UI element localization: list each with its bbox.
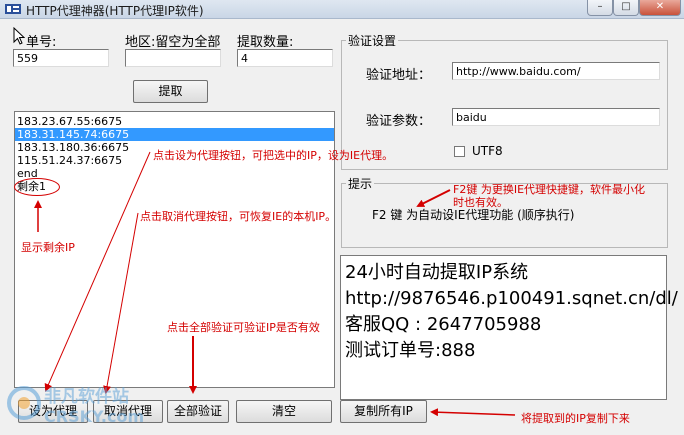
maximize-button[interactable]: □ xyxy=(613,0,639,16)
verify-all-annotation: 点击全部验证可验证IP是否有效 xyxy=(167,321,320,334)
count-label: 提取数量: xyxy=(237,35,294,50)
app-icon xyxy=(5,4,21,14)
minimize-button[interactable]: – xyxy=(587,0,613,16)
list-item[interactable]: end xyxy=(15,167,334,180)
watermark-logo: 非凡软件站 CRSKY.com xyxy=(4,378,159,432)
verify-param-label: 验证参数： xyxy=(366,114,432,129)
f2-annotation-line2: 时也有效。 xyxy=(453,196,508,209)
watermark-text-en: CRSKY.com xyxy=(44,407,144,426)
info-panel: 24小时自动提取IP系统 http://9876546.p100491.sqne… xyxy=(340,255,678,400)
info-line: 测试订单号:888 xyxy=(345,340,476,361)
info-line: http://9876546.p100491.sqnet.cn/dl/ xyxy=(345,288,678,309)
close-button[interactable]: ✕ xyxy=(639,0,681,16)
verify-param-field[interactable]: baidu xyxy=(452,108,660,126)
info-line: 24小时自动提取IP系统 xyxy=(345,262,529,283)
count-field[interactable]: 4 xyxy=(237,49,333,67)
list-item[interactable]: 183.23.67.55:6675 xyxy=(15,115,334,128)
verify-settings-title: 验证设置 xyxy=(346,32,399,49)
watermark-text-cn: 非凡软件站 xyxy=(44,386,129,407)
window-title: HTTP代理神器(HTTP代理IP软件) xyxy=(26,4,204,18)
list-item[interactable]: 剩余1 xyxy=(15,180,334,193)
region-label: 地区:留空为全部 xyxy=(125,35,221,50)
order-number-label: 单号: xyxy=(26,35,57,50)
cancel-proxy-annotation: 点击取消代理按钮，可恢复IE的本机IP。 xyxy=(140,210,337,223)
remaining-ip-annotation: 显示剩余IP xyxy=(21,241,75,254)
cursor-icon xyxy=(13,27,25,45)
watermark-icon: 非凡软件站 CRSKY.com xyxy=(7,386,144,426)
copy-ip-annotation: 将提取到的IP复制下来 xyxy=(521,412,630,425)
remaining-highlight-circle xyxy=(14,178,60,196)
verify-all-button[interactable]: 全部验证 xyxy=(167,400,229,423)
hint-title: 提示 xyxy=(346,175,375,192)
utf8-label: UTF8 xyxy=(472,144,503,158)
region-field[interactable] xyxy=(125,49,221,67)
order-number-field[interactable]: 559 xyxy=(13,49,109,67)
set-proxy-annotation: 点击设为代理按钮，可把选中的IP，设为IE代理。 xyxy=(153,149,394,162)
verify-url-label: 验证地址： xyxy=(366,68,432,83)
verify-url-field[interactable]: http://www.baidu.com/ xyxy=(452,62,660,80)
clear-button[interactable]: 清空 xyxy=(236,400,332,423)
info-line: 客服QQ : 2647705988 xyxy=(345,314,542,335)
list-item-selected[interactable]: 183.31.145.74:6675 xyxy=(15,128,334,141)
fetch-button[interactable]: 提取 xyxy=(133,80,208,103)
title-bar: HTTP代理神器(HTTP代理IP软件) – □ ✕ xyxy=(0,0,684,19)
arrow-to-copy-all xyxy=(430,408,516,417)
utf8-checkbox[interactable] xyxy=(454,146,465,157)
copy-all-ip-button[interactable]: 复制所有IP xyxy=(340,400,427,423)
